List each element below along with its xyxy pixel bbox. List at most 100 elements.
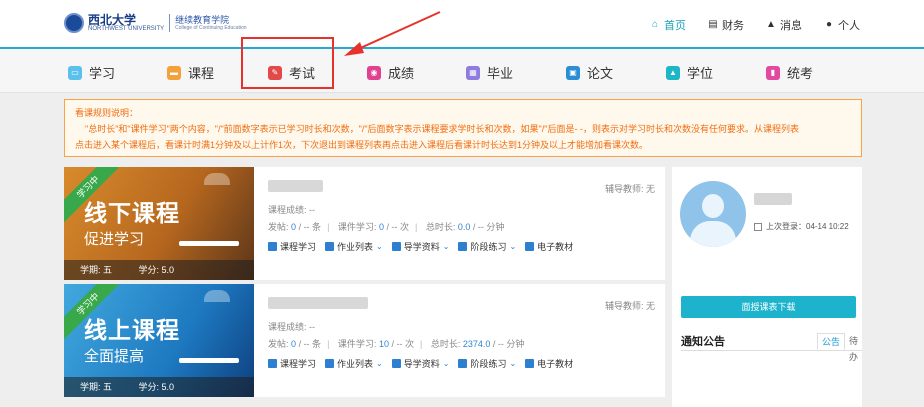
play-icon bbox=[268, 359, 277, 368]
thesis-icon: ▣ bbox=[566, 65, 580, 80]
download-schedule-button[interactable]: 面授课表下载 bbox=[681, 296, 856, 318]
nav-home[interactable]: ⌂ 首页 bbox=[650, 17, 686, 33]
study-icon: ▭ bbox=[68, 65, 82, 80]
user-side-panel: 上次登录：04-14 10:22 面授课表下载 通知公告 公告 待办 bbox=[672, 167, 862, 407]
menu-degree[interactable]: ▲ 学位 bbox=[666, 63, 713, 82]
unified-exam-icon: ▮ bbox=[766, 65, 780, 80]
chevron-down-icon: ⌄ bbox=[376, 359, 383, 368]
menu-course[interactable]: ▬ 课程 bbox=[167, 63, 214, 82]
guide-materials-dropdown[interactable]: 导学资料 ⌄ bbox=[391, 357, 450, 370]
nav-messages[interactable]: ▲ 消息 bbox=[766, 17, 802, 33]
annotation-arrow-icon bbox=[344, 11, 441, 56]
user-icon: ● bbox=[825, 19, 833, 30]
term: 学期: 五 bbox=[80, 265, 113, 275]
decor-bar bbox=[179, 241, 239, 246]
lamp-icon bbox=[204, 173, 230, 185]
decor-bar bbox=[179, 358, 239, 363]
chevron-down-icon: ⌄ bbox=[376, 242, 383, 251]
credit: 学分: 5.0 bbox=[138, 265, 175, 275]
course-thumbnail[interactable]: 学习中 线上课程 全面提高 学期: 五 学分: 5.0 bbox=[64, 284, 254, 397]
bell-icon: ▲ bbox=[766, 19, 776, 30]
tab-announcements[interactable]: 公告 bbox=[817, 333, 846, 350]
menu-unified-exam[interactable]: ▮ 统考 bbox=[766, 63, 813, 82]
university-logo[interactable]: 西北大学 NORTHWEST UNIVERSITY 继续教育学院 College… bbox=[64, 13, 247, 33]
logo-name: 西北大学 NORTHWEST UNIVERSITY bbox=[88, 12, 165, 32]
exam-highlight-box bbox=[241, 37, 334, 89]
finance-icon: ▤ bbox=[708, 19, 718, 30]
university-seal-icon bbox=[64, 13, 84, 33]
thumbnail-subtitle: 促进学习 bbox=[84, 231, 145, 248]
notice-line-1: "总时长"和"课件学习"两个内容，"/"前面数字表示已学习时长和次数，"/"后面… bbox=[85, 124, 799, 134]
homework-list-dropdown[interactable]: 作业列表 ⌄ bbox=[325, 357, 383, 370]
course-study-link[interactable]: 课程学习 bbox=[268, 357, 316, 370]
announcement-title: 通知公告 bbox=[681, 336, 725, 348]
tutor: 辅导教师: 无 bbox=[604, 184, 655, 194]
logo-divider bbox=[169, 14, 171, 32]
term: 学期: 五 bbox=[80, 382, 113, 392]
edit-icon bbox=[458, 359, 468, 368]
thumbnail-footer: 学期: 五 学分: 5.0 bbox=[64, 260, 254, 280]
chevron-down-icon: ⌄ bbox=[509, 242, 517, 251]
user-name-blurred bbox=[754, 193, 792, 205]
homework-list-dropdown[interactable]: 作业列表 ⌄ bbox=[325, 240, 383, 253]
main-menu: ▭ 学习 ▬ 课程 ✎ 考试 ◉ 成绩 ▦ 毕业 ▣ 论文 ▲ 学位 ▮ 统考 bbox=[0, 49, 924, 93]
thumbnail-title: 线下课程 bbox=[84, 201, 180, 227]
credit: 学分: 5.0 bbox=[138, 382, 175, 392]
menu-grades[interactable]: ◉ 成绩 bbox=[367, 63, 414, 82]
chevron-down-icon: ⌄ bbox=[442, 242, 450, 251]
course-score: 课程成绩: -- bbox=[268, 205, 315, 215]
book-icon bbox=[525, 359, 535, 368]
calendar-icon bbox=[754, 222, 762, 231]
folder-icon bbox=[325, 359, 335, 368]
stage-practice-dropdown[interactable]: 阶段练习 ⌄ bbox=[458, 357, 516, 370]
course-card: 学习中 线上课程 全面提高 学期: 五 学分: 5.0 辅导教师: 无 课程成绩… bbox=[64, 284, 665, 397]
nav-personal[interactable]: ● 个人 bbox=[824, 17, 860, 33]
course-study-link[interactable]: 课程学习 bbox=[268, 240, 316, 253]
menu-thesis[interactable]: ▣ 论文 bbox=[566, 63, 613, 82]
chevron-down-icon: ⌄ bbox=[509, 359, 517, 368]
college-name: 继续教育学院 College of Continuing Education bbox=[175, 14, 247, 31]
course-thumbnail[interactable]: 学习中 线下课程 促进学习 学期: 五 学分: 5.0 bbox=[64, 167, 254, 280]
announcement-header: 通知公告 公告 待办 bbox=[681, 333, 862, 362]
list-icon bbox=[391, 359, 401, 368]
chevron-down-icon: ⌄ bbox=[442, 359, 450, 368]
book-icon bbox=[525, 242, 535, 251]
course-icon: ▬ bbox=[167, 65, 181, 80]
notice-title: 看课规则说明： bbox=[75, 108, 139, 118]
avatar[interactable] bbox=[680, 181, 746, 247]
guide-materials-dropdown[interactable]: 导学资料 ⌄ bbox=[391, 240, 450, 253]
edit-icon bbox=[458, 242, 468, 251]
course-name-blurred[interactable] bbox=[268, 180, 323, 192]
home-icon: ⌂ bbox=[651, 19, 659, 30]
degree-cap-icon: ▲ bbox=[666, 65, 680, 80]
menu-graduation[interactable]: ▦ 毕业 bbox=[466, 63, 513, 82]
top-header: 西北大学 NORTHWEST UNIVERSITY 继续教育学院 College… bbox=[0, 0, 924, 47]
list-icon bbox=[391, 242, 401, 251]
thumbnail-title: 线上课程 bbox=[84, 318, 180, 344]
graduation-icon: ▦ bbox=[466, 65, 480, 80]
ebook-link[interactable]: 电子教材 bbox=[525, 240, 573, 253]
course-card: 学习中 线下课程 促进学习 学期: 五 学分: 5.0 辅导教师: 无 课程成绩… bbox=[64, 167, 665, 280]
menu-study[interactable]: ▭ 学习 bbox=[68, 63, 115, 82]
play-icon bbox=[268, 242, 277, 251]
nav-finance[interactable]: ▤ 财务 bbox=[708, 17, 744, 33]
grades-icon: ◉ bbox=[367, 65, 381, 80]
stage-practice-dropdown[interactable]: 阶段练习 ⌄ bbox=[458, 240, 516, 253]
lamp-icon bbox=[204, 290, 230, 302]
thumbnail-footer: 学期: 五 学分: 5.0 bbox=[64, 377, 254, 397]
tab-todo[interactable]: 待办 bbox=[845, 333, 862, 362]
thumbnail-subtitle: 全面提高 bbox=[84, 348, 145, 365]
course-name-blurred[interactable] bbox=[268, 297, 368, 309]
ebook-link[interactable]: 电子教材 bbox=[525, 357, 573, 370]
folder-icon bbox=[325, 242, 335, 251]
tutor: 辅导教师: 无 bbox=[604, 301, 655, 311]
viewing-rules-notice: 看课规则说明： "总时长"和"课件学习"两个内容，"/"前面数字表示已学习时长和… bbox=[64, 99, 862, 157]
course-score: 课程成绩: -- bbox=[268, 322, 315, 332]
notice-line-2: 点击进入某个课程后，看课计时满1分钟及以上计作1次，下次退出到课程列表再点击进入… bbox=[75, 140, 649, 150]
course-actions: 课程学习 作业列表 ⌄ 导学资料 ⌄ 阶段练习 ⌄ 电子教材 bbox=[268, 240, 573, 253]
course-stats: 发帖: 0 / -- 条 | 课件学习: 0 / -- 次 | 总时长: 0.0 /… bbox=[268, 222, 505, 232]
course-stats: 发帖: 0 / -- 条 | 课件学习: 10 / -- 次 | 总时长: 2374… bbox=[268, 339, 525, 349]
top-nav: ⌂ 首页 ▤ 财务 ▲ 消息 ● 个人 bbox=[650, 17, 860, 33]
course-actions: 课程学习 作业列表 ⌄ 导学资料 ⌄ 阶段练习 ⌄ 电子教材 bbox=[268, 357, 573, 370]
last-login: 上次登录：04-14 10:22 bbox=[754, 221, 849, 232]
